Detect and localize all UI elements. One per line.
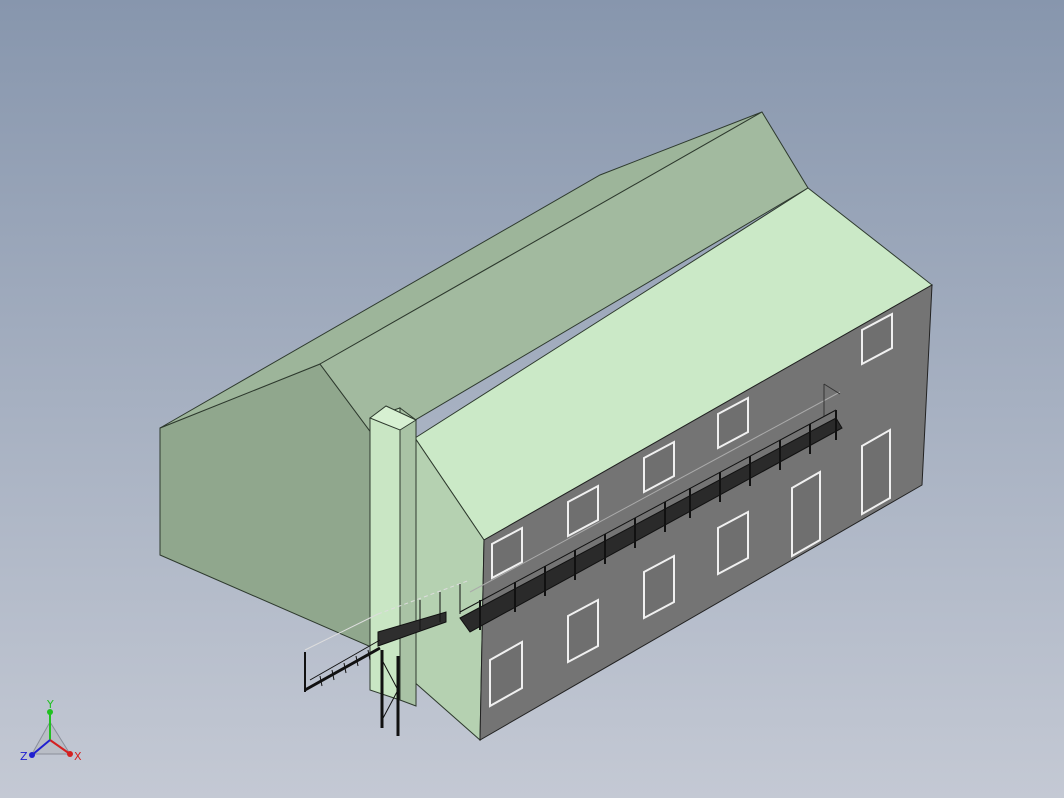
x-axis-tip: [67, 751, 73, 757]
z-axis-tip: [29, 752, 35, 758]
orientation-triad[interactable]: Y X Z: [18, 698, 88, 770]
chimney-side: [399, 407, 417, 707]
chimney-front: [369, 407, 401, 701]
z-axis-label: Z: [20, 750, 28, 763]
triad-graphic: Y X Z: [20, 698, 82, 763]
gable-end-wall: [159, 363, 379, 651]
3d-viewport[interactable]: Y X Z: [0, 0, 1064, 798]
building-model[interactable]: [0, 0, 1064, 798]
y-axis-label: Y: [46, 700, 54, 711]
x-axis-label: X: [74, 750, 82, 763]
